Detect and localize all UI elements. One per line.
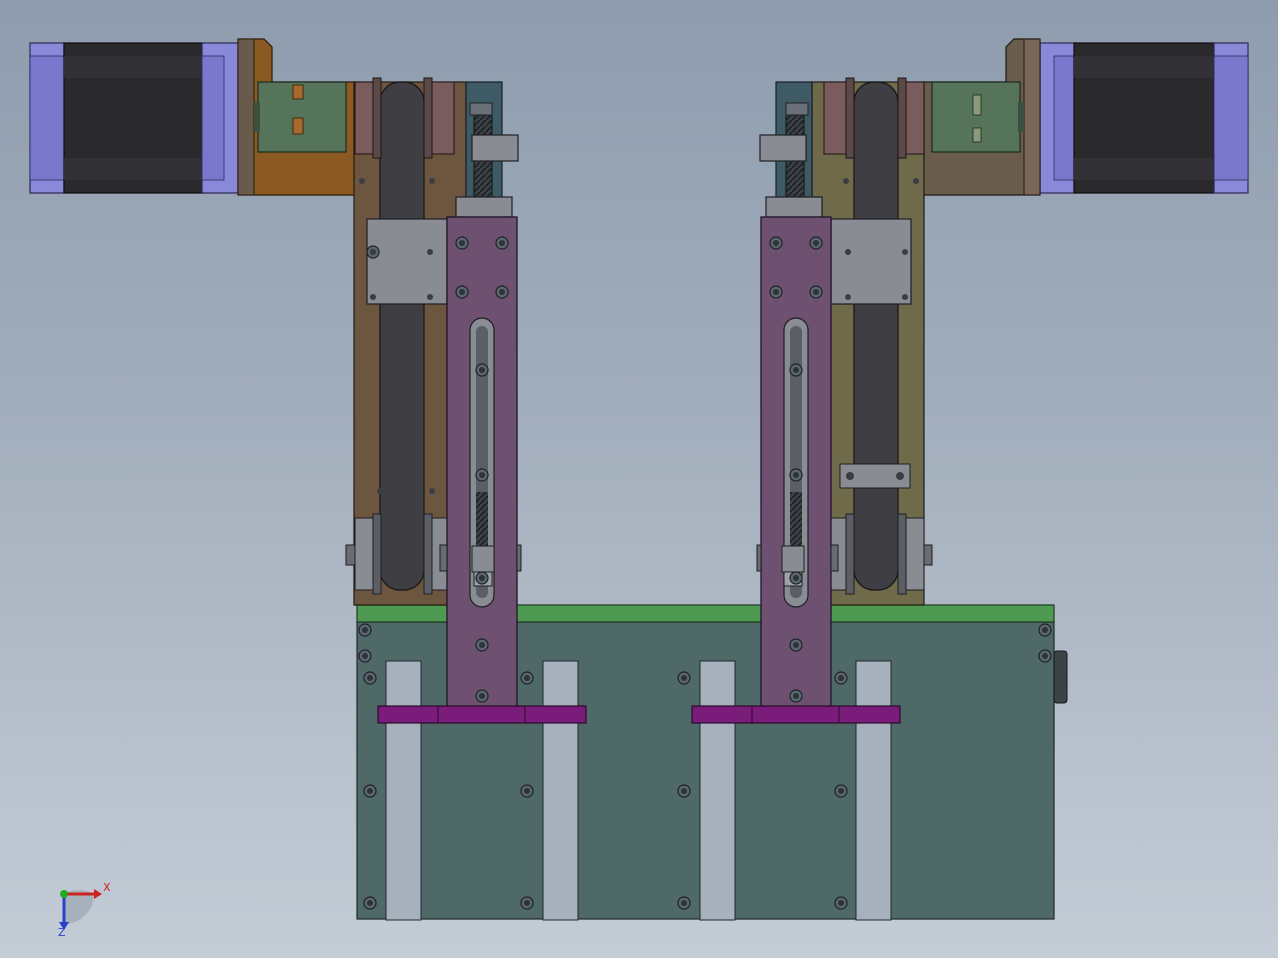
z-axis-label: Z	[58, 926, 66, 939]
x-axis-label: X	[103, 881, 111, 894]
left-coupler	[254, 81, 347, 153]
right-screw-nut	[759, 134, 807, 162]
right-gripper-bar	[691, 705, 901, 724]
cad-viewport[interactable]: X Z	[0, 0, 1278, 958]
left-stepper-motor	[29, 42, 239, 194]
left-actuator-module	[29, 38, 587, 724]
coordinate-triad[interactable]	[59, 889, 102, 930]
right-stepper-motor	[1039, 42, 1249, 194]
right-carriage-plate	[756, 216, 839, 708]
right-coupler	[931, 81, 1024, 153]
assembly-drawing	[29, 38, 1249, 930]
left-carriage-plate	[439, 216, 522, 708]
side-knob	[1053, 650, 1068, 704]
left-screw-nut	[471, 134, 519, 162]
left-gripper-bar	[377, 705, 587, 724]
right-drive-belt	[853, 81, 899, 591]
right-slide-block	[830, 218, 912, 305]
left-drive-belt	[379, 81, 425, 591]
left-slide-block	[366, 218, 448, 305]
